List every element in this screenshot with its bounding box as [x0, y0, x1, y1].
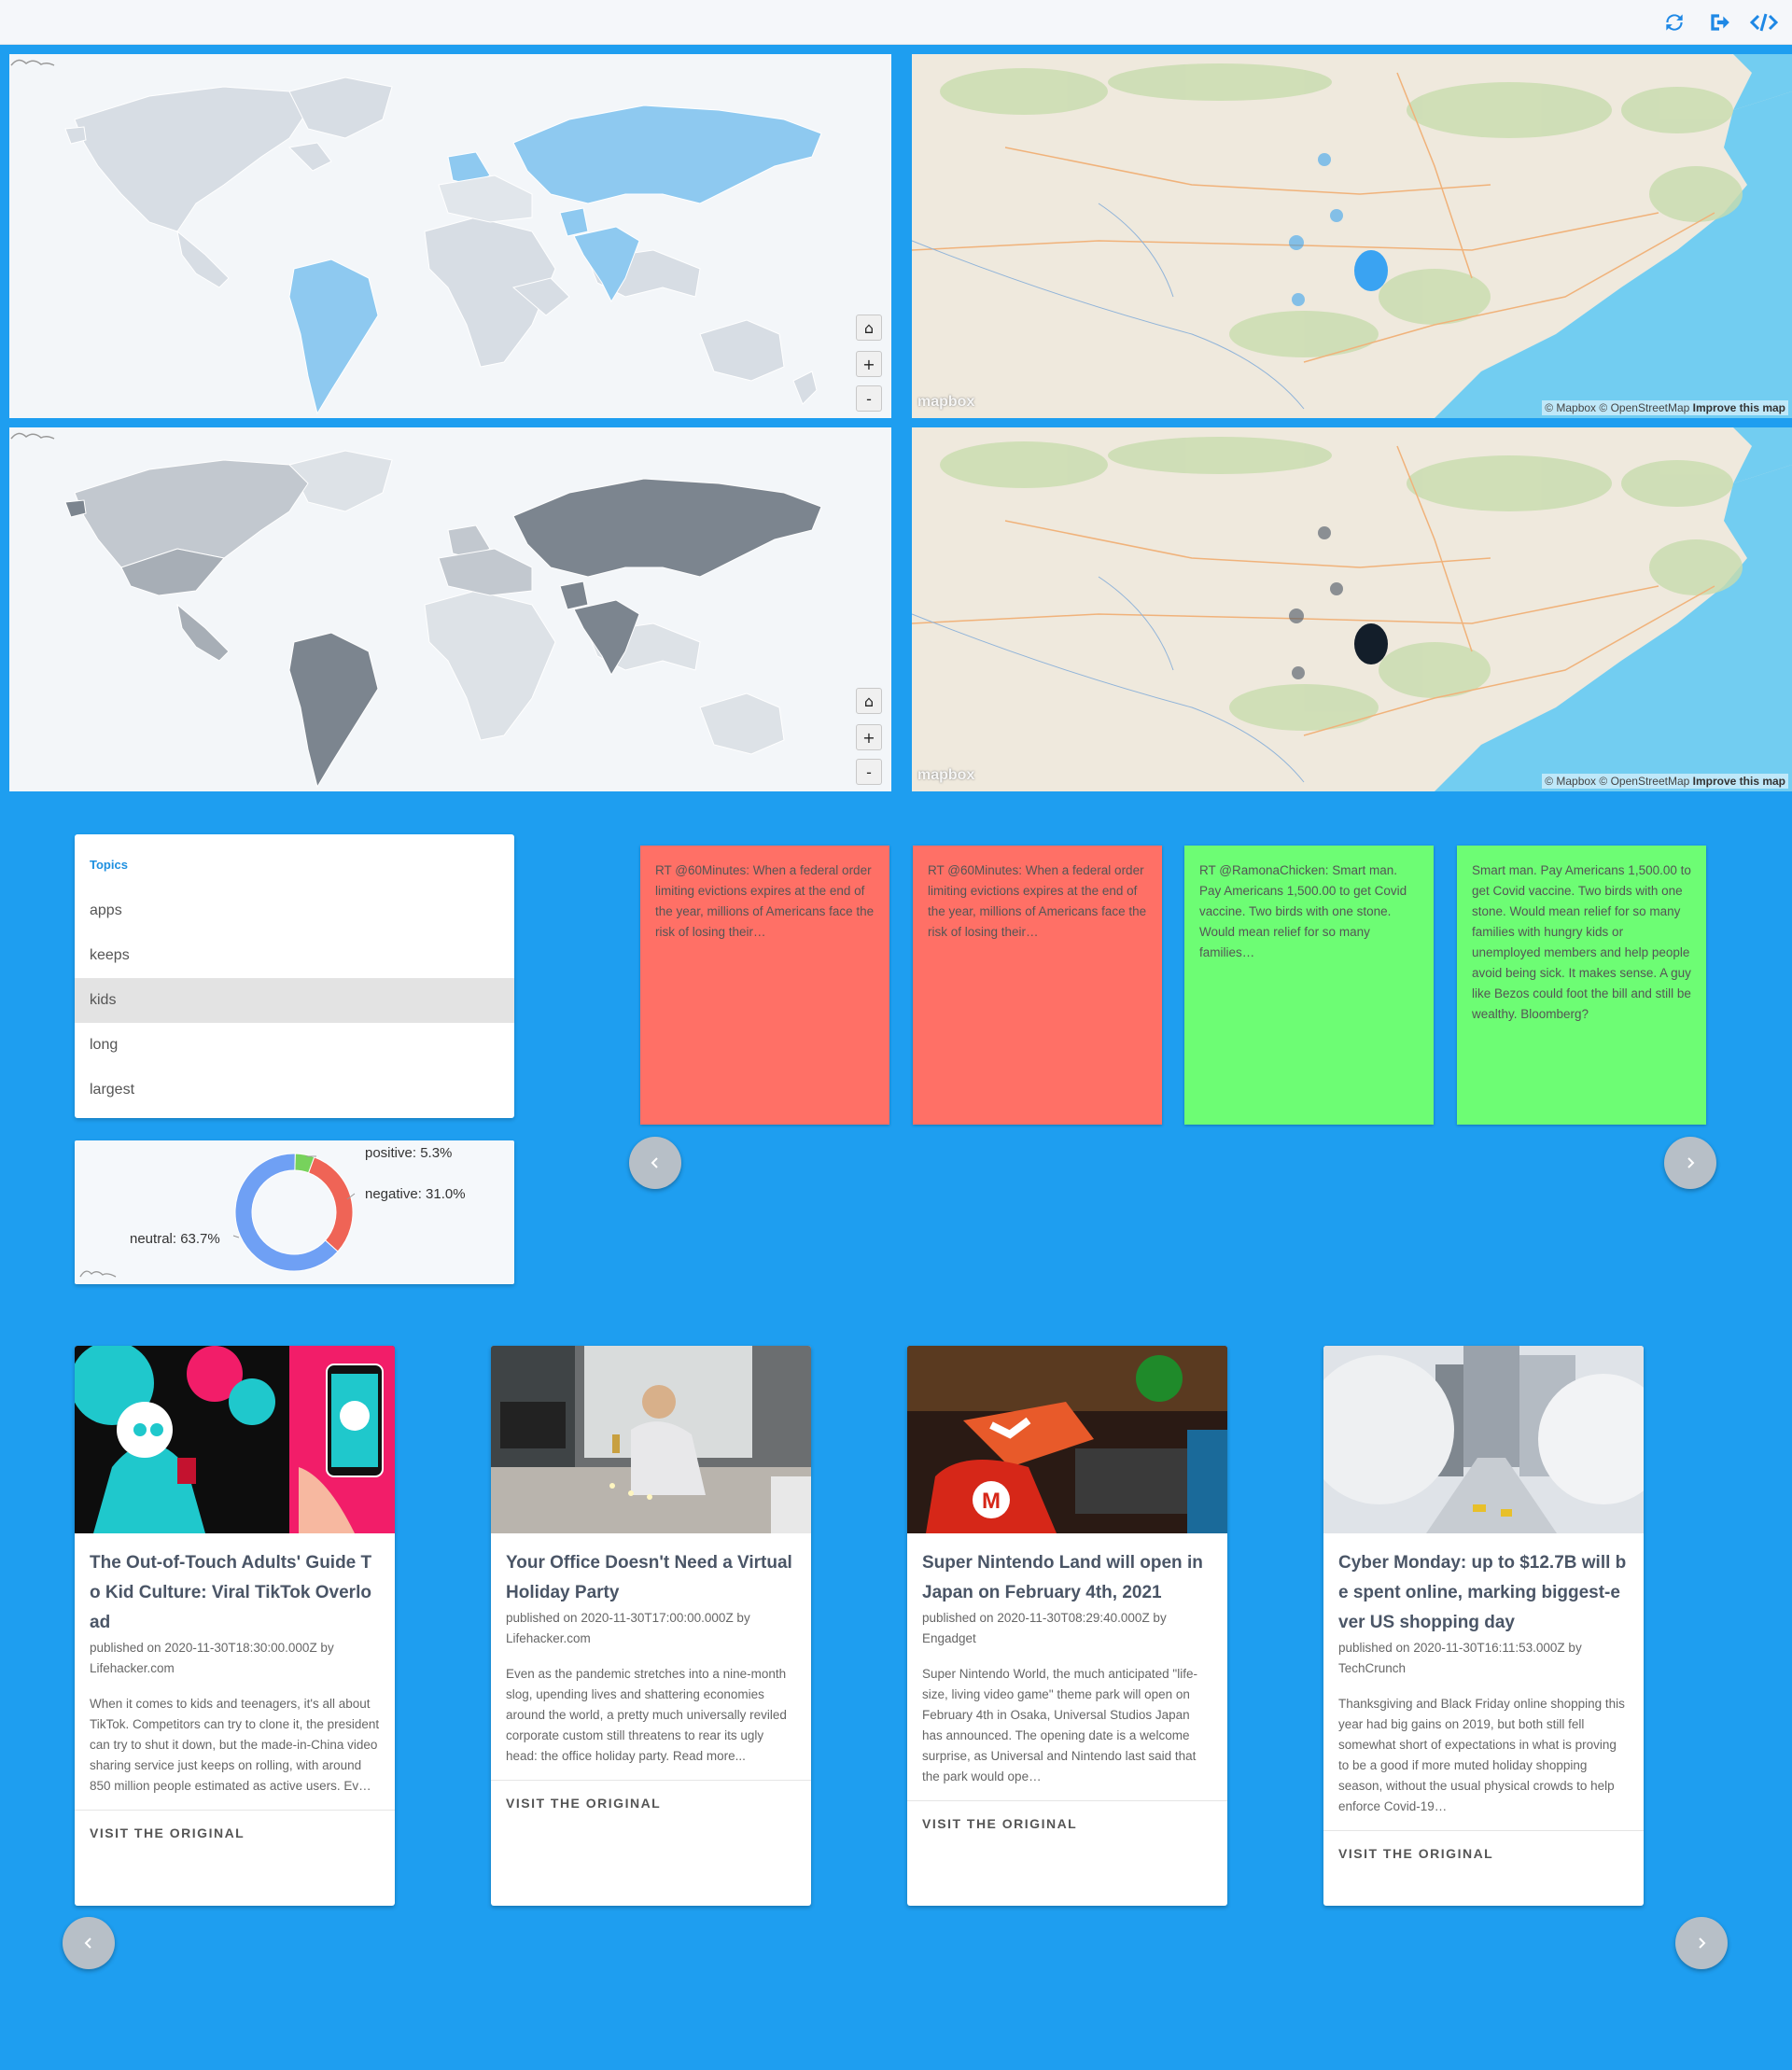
home-icon: ⌂: [863, 318, 875, 337]
slice-label-negative: negative: 31.0%: [365, 1186, 466, 1202]
visit-original-button[interactable]: VISIT THE ORIGINAL: [491, 1781, 811, 1825]
map-home-button[interactable]: ⌂: [856, 315, 882, 341]
map-attribution[interactable]: © Mapbox © OpenStreetMap Improve this ma…: [1542, 774, 1788, 789]
news-thumbnail-tiktok: [75, 1346, 395, 1533]
news-thumbnail-office: [491, 1346, 811, 1533]
tweet-card-positive: RT @RamonaChicken: Smart man. Pay Americ…: [1184, 846, 1434, 1125]
amcharts-logo: [79, 1270, 117, 1278]
news-title: Your Office Doesn't Need a Virtual Holid…: [506, 1553, 792, 1602]
home-icon: ⌂: [863, 692, 875, 710]
news-description: Even as the pandemic stretches into a ni…: [506, 1667, 787, 1763]
topics-title: Topics: [90, 858, 128, 872]
topic-item[interactable]: long: [75, 1023, 514, 1068]
amcharts-logo: [10, 432, 55, 440]
news-thumbnail-nintendo: M: [907, 1346, 1227, 1533]
region-map-heatmap-dark[interactable]: mapbox © Mapbox © OpenStreetMap Improve …: [912, 427, 1792, 791]
news-card: Cyber Monday: up to $12.7B will be spent…: [1323, 1346, 1644, 1906]
topic-item[interactable]: apps: [75, 888, 514, 933]
topic-item[interactable]: keeps: [75, 933, 514, 978]
sentiment-donut-chart: positive: 5.3% negative: 31.0% neutral: …: [75, 1140, 514, 1284]
map-zoom-in-button[interactable]: +: [856, 724, 882, 750]
world-map-shapes: [64, 77, 822, 415]
refresh-icon[interactable]: [1659, 9, 1689, 35]
news-next-button[interactable]: [1675, 1917, 1728, 1969]
world-map-choropleth-gray[interactable]: ⌂ + -: [9, 427, 891, 791]
map-zoom-out-button[interactable]: -: [856, 385, 882, 412]
tweets-prev-button[interactable]: [629, 1137, 681, 1189]
region-map-heatmap-blue[interactable]: mapbox © Mapbox © OpenStreetMap Improve …: [912, 54, 1792, 418]
news-description: Super Nintendo World, the much anticipat…: [922, 1667, 1197, 1783]
news-meta: published on 2020-11-30T08:29:40.000Z by…: [922, 1611, 1167, 1645]
news-description: Thanksgiving and Black Friday online sho…: [1338, 1697, 1625, 1813]
visit-original-button[interactable]: VISIT THE ORIGINAL: [907, 1801, 1227, 1846]
world-map-shapes: [64, 450, 822, 789]
chevron-left-icon: [651, 1157, 658, 1168]
topic-item-selected[interactable]: kids: [75, 978, 514, 1023]
news-meta: published on 2020-11-30T18:30:00.000Z by…: [90, 1641, 334, 1675]
news-title: Super Nintendo Land will open in Japan o…: [922, 1553, 1203, 1602]
news-description: When it comes to kids and teenagers, it'…: [90, 1697, 380, 1793]
news-title: Cyber Monday: up to $12.7B will be spent…: [1338, 1553, 1627, 1632]
map-zoom-in-button[interactable]: +: [856, 351, 882, 377]
slice-label-positive: positive: 5.3%: [365, 1145, 452, 1161]
region-map-tiles: [912, 427, 1792, 791]
mapbox-logo: mapbox: [917, 767, 975, 783]
map-zoom-out-button[interactable]: -: [856, 759, 882, 785]
svg-text:M: M: [982, 1489, 1001, 1514]
leader-line: [232, 1235, 240, 1238]
chevron-right-icon: [1687, 1157, 1695, 1168]
tweets-next-button[interactable]: [1664, 1137, 1716, 1189]
amcharts-logo: [10, 59, 55, 66]
news-meta: published on 2020-11-30T17:00:00.000Z by…: [506, 1611, 750, 1645]
code-icon[interactable]: [1749, 9, 1779, 35]
slice-label-neutral: neutral: 63.7%: [130, 1231, 220, 1247]
visit-original-button[interactable]: VISIT THE ORIGINAL: [75, 1811, 395, 1855]
tweet-card-negative: RT @60Minutes: When a federal order limi…: [640, 846, 889, 1125]
visit-original-button[interactable]: VISIT THE ORIGINAL: [1323, 1831, 1644, 1876]
tweet-card-negative: RT @60Minutes: When a federal order limi…: [913, 846, 1162, 1125]
region-map-tiles: [912, 54, 1792, 418]
logout-icon[interactable]: [1704, 9, 1734, 35]
news-prev-button[interactable]: [63, 1917, 115, 1969]
news-card: The Out-of-Touch Adults' Guide To Kid Cu…: [75, 1346, 395, 1906]
topic-item[interactable]: largest: [75, 1068, 514, 1112]
chevron-right-icon: [1699, 1937, 1706, 1949]
donut-slice-negative[interactable]: [307, 1156, 354, 1252]
news-card: M Super Nintendo Land will open in Japan…: [907, 1346, 1227, 1906]
mapbox-logo: mapbox: [917, 394, 975, 410]
topics-list: Topics apps keeps kids long largest: [75, 834, 514, 1118]
chevron-left-icon: [84, 1937, 91, 1949]
news-card: Your Office Doesn't Need a Virtual Holid…: [491, 1346, 811, 1906]
news-meta: published on 2020-11-30T16:11:53.000Z by…: [1338, 1641, 1582, 1675]
map-home-button[interactable]: ⌂: [856, 688, 882, 714]
tweet-card-positive: Smart man. Pay Americans 1,500.00 to get…: [1457, 846, 1706, 1125]
top-toolbar: [0, 0, 1792, 45]
map-attribution[interactable]: © Mapbox © OpenStreetMap Improve this ma…: [1542, 400, 1788, 415]
news-thumbnail-snowy-street: [1323, 1346, 1644, 1533]
news-title: The Out-of-Touch Adults' Guide To Kid Cu…: [90, 1553, 372, 1632]
world-map-choropleth-blue[interactable]: ⌂ + -: [9, 54, 891, 418]
donut-slices: [234, 1153, 354, 1272]
